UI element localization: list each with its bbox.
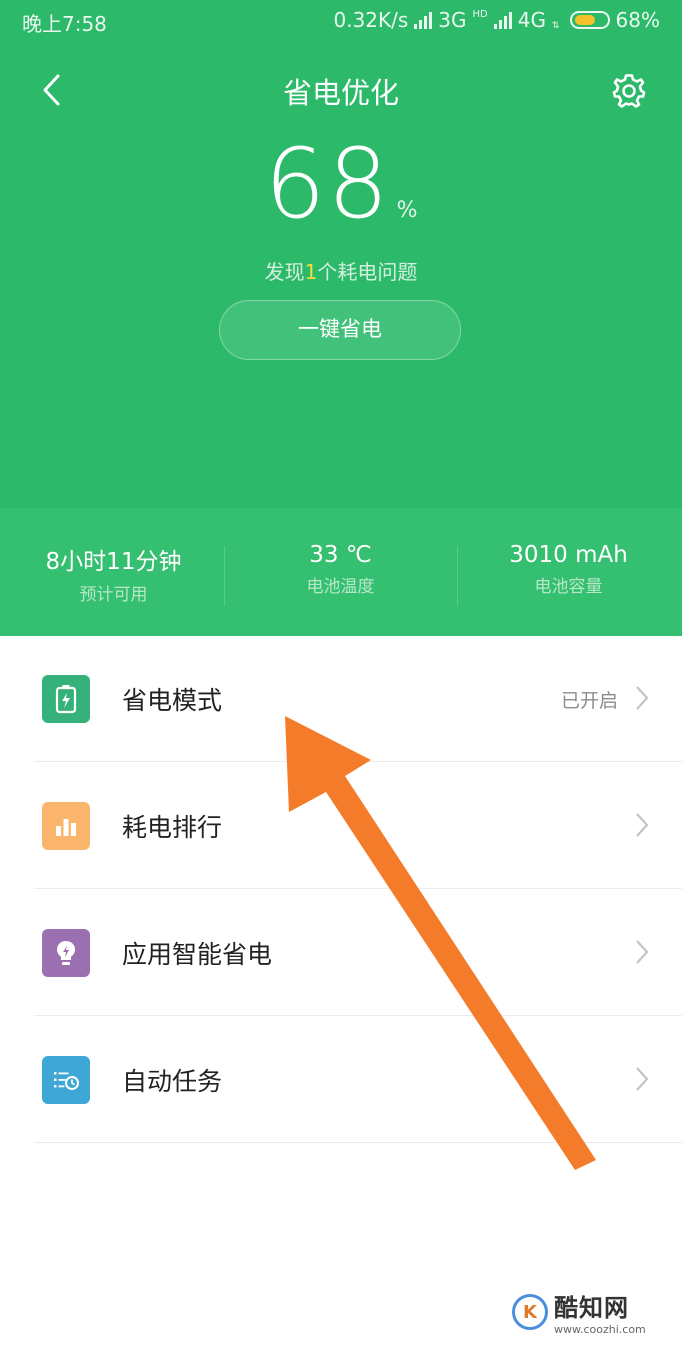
menu-item-power-saving-mode[interactable]: 省电模式 已开启 [0, 636, 682, 762]
row-divider [34, 1015, 682, 1016]
stat-capacity: 3010 mAh 电池容量 [455, 542, 682, 597]
menu-item-label: 省电模式 [122, 686, 223, 715]
chevron-right-icon [636, 1067, 649, 1091]
settings-button[interactable] [610, 72, 648, 110]
network-speed: 0.32K/s [333, 8, 409, 32]
data-arrows-icon: ⇅ [552, 21, 560, 31]
stat-value: 33 ℃ [309, 542, 372, 568]
percent-unit: % [396, 198, 418, 223]
menu-item-smart-app-saving[interactable]: 应用智能省电 [0, 890, 682, 1016]
menu-item-status: 已开启 [560, 690, 618, 712]
issue-summary: 发现1个耗电问题 [0, 256, 682, 285]
status-bar: 晚上7:58 0.32K/s 3G HD 4G ⇅ 68% [0, 0, 682, 40]
lightbulb-icon [42, 929, 90, 977]
menu-item-label: 耗电排行 [122, 813, 223, 842]
stat-remaining-time: 8小时11分钟 预计可用 [0, 542, 227, 605]
chevron-right-icon [636, 940, 649, 964]
menu-item-label: 应用智能省电 [122, 940, 273, 969]
row-divider [34, 1142, 682, 1143]
status-time: 晚上7:58 [22, 12, 107, 36]
network-3g: 3G [438, 8, 467, 32]
row-divider [34, 888, 682, 889]
issue-count: 1 [304, 260, 318, 284]
status-indicators: 0.32K/s 3G HD 4G ⇅ 68% [333, 8, 660, 32]
watermark-url: www.coozhi.com [554, 1323, 646, 1336]
stat-temperature: 33 ℃ 电池温度 [227, 542, 454, 597]
gear-icon [612, 74, 646, 108]
signal-icon [414, 11, 433, 29]
signal-icon-2 [493, 11, 512, 29]
issue-suffix: 个耗电问题 [317, 260, 418, 284]
watermark-logo: K [512, 1294, 548, 1330]
battery-fill [574, 15, 595, 25]
battery-percent-display: 68% [0, 128, 682, 240]
stat-label: 电池容量 [534, 577, 603, 597]
row-divider [34, 761, 682, 762]
one-key-save-button[interactable]: 一键省电 [219, 300, 461, 360]
hd-indicator: HD [472, 8, 488, 20]
menu-item-label: 自动任务 [122, 1067, 223, 1096]
network-4g: 4G [517, 8, 546, 32]
watermark-name: 酷知网 [554, 1294, 629, 1322]
page-title: 省电优化 [282, 76, 399, 110]
issue-prefix: 发现 [264, 260, 305, 284]
menu-item-power-ranking[interactable]: 耗电排行 [0, 763, 682, 889]
chevron-right-icon [636, 813, 649, 837]
battery-icon [569, 11, 610, 29]
battery-percent-value: 68 [264, 128, 391, 240]
bar-chart-icon [42, 802, 90, 850]
scheduled-list-icon [42, 1056, 90, 1104]
stat-label: 电池温度 [306, 577, 375, 597]
stat-divider [224, 546, 225, 606]
stat-value: 8小时11分钟 [45, 549, 182, 575]
stat-value: 3010 mAh [509, 542, 628, 568]
battery-stats: 8小时11分钟 预计可用 33 ℃ 电池温度 3010 mAh 电池容量 [0, 508, 682, 636]
chevron-right-icon [636, 686, 649, 710]
battery-text: 68% [615, 8, 660, 32]
battery-saver-icon [42, 675, 90, 723]
header: 晚上7:58 0.32K/s 3G HD 4G ⇅ 68% 省电优化 68% 发… [0, 0, 682, 508]
menu-item-auto-tasks[interactable]: 自动任务 [0, 1017, 682, 1143]
stat-label: 预计可用 [79, 585, 148, 605]
watermark: K 酷知网 www.coozhi.com [512, 1284, 662, 1340]
